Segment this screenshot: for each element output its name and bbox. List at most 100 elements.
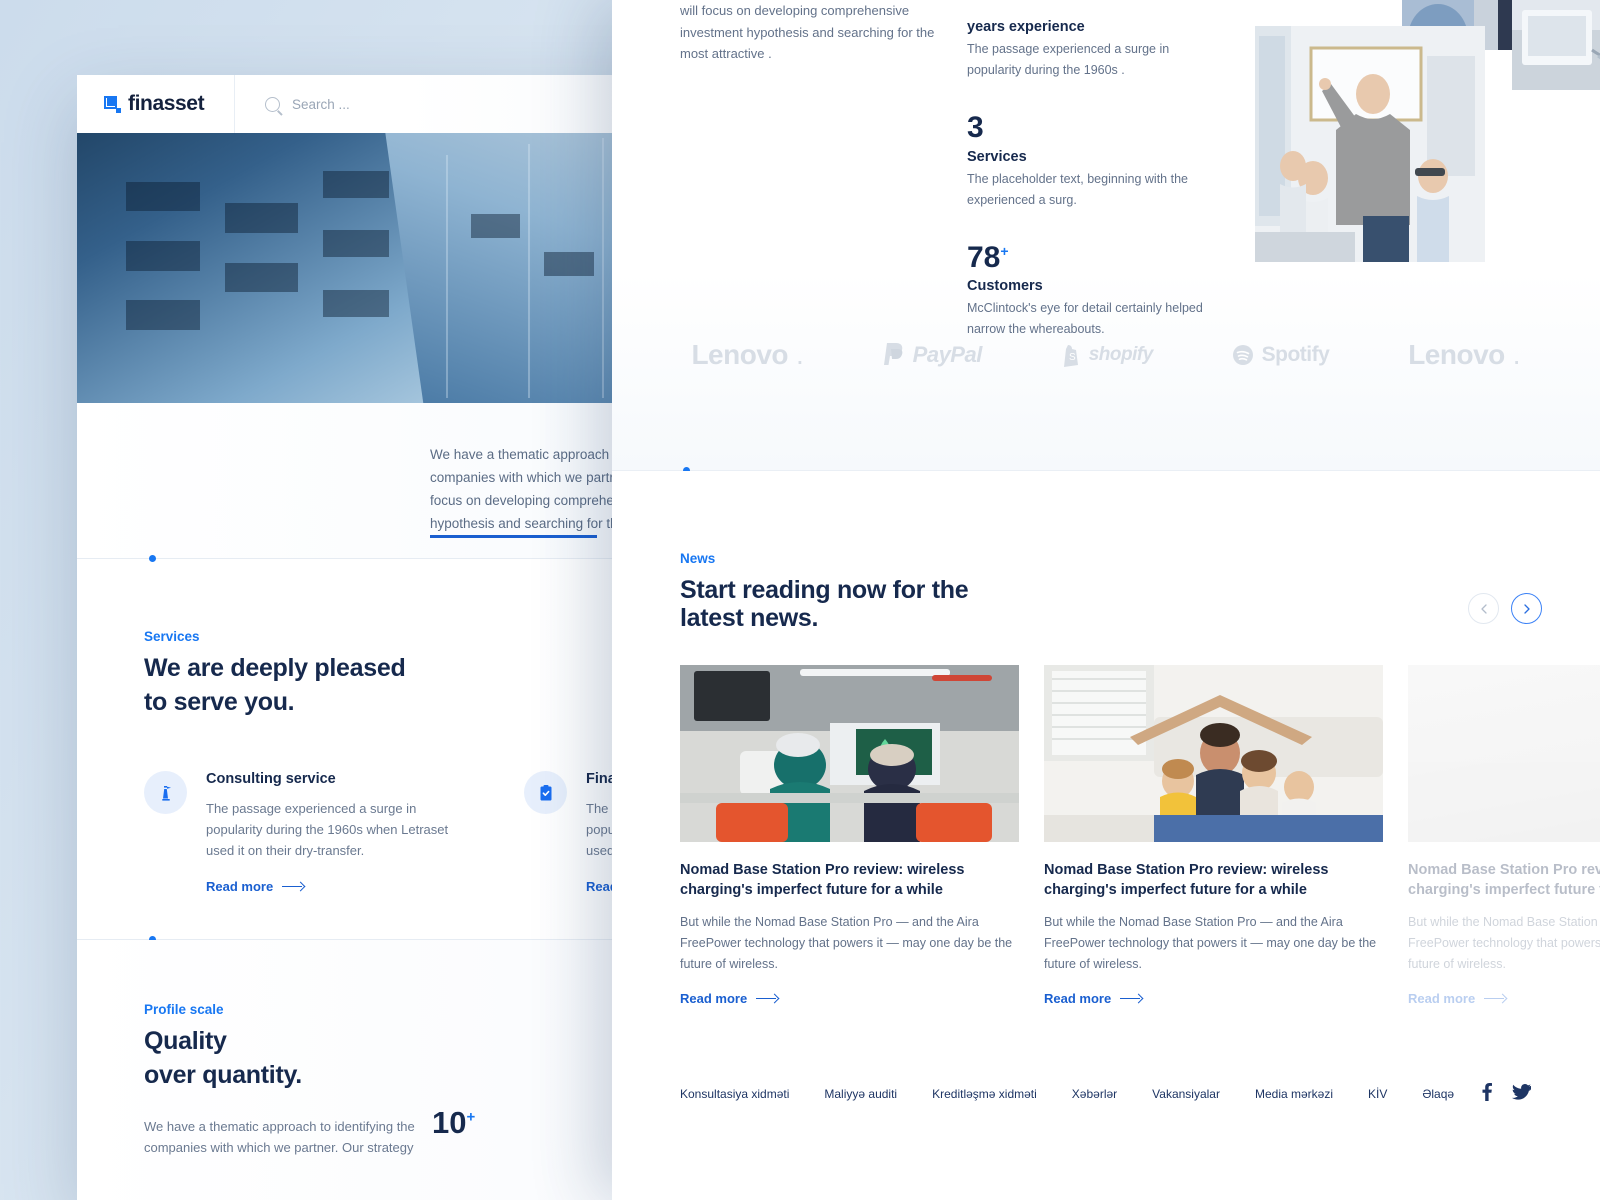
services-heading-line2: to serve you. [144, 688, 295, 716]
profile-stat-plus: + [466, 1108, 476, 1126]
news-card[interactable]: Nomad Base Station Pro review: wireless … [1408, 665, 1600, 1008]
stats-column: years experience The passage experienced… [967, 0, 1217, 340]
spotify-icon [1232, 345, 1253, 365]
news-read-more-link[interactable]: Read more [1044, 991, 1142, 1006]
service-text: The passage experienced a surge in popul… [206, 801, 449, 858]
news-card-title: Nomad Base Station Pro review: wireless … [680, 862, 965, 898]
news-card-title: Nomad Base Station Pro review: wireless … [1044, 862, 1329, 898]
news-heading-block: News Start reading now for the latest ne… [680, 551, 969, 632]
paypal-icon [883, 343, 903, 365]
stats-section: will focus on developing comprehensive i… [612, 0, 1600, 470]
stat-desc: The passage experienced a surge in popul… [967, 42, 1170, 77]
footer-links: Konsultasiya xidməti Maliyyə auditi Kred… [680, 1087, 1454, 1101]
intro-paragraph: will focus on developing comprehensive i… [680, 3, 935, 61]
news-card-title: Nomad Base Station Pro review: wireless … [1408, 862, 1600, 898]
footer-link-elaqe[interactable]: Əlaqə [1422, 1087, 1454, 1101]
news-card-text: But while the Nomad Base Station Pro — a… [1408, 915, 1600, 971]
stat-number-value: 3 [967, 111, 984, 144]
footer-social-links [1482, 1082, 1532, 1106]
footer-link-konsultasiya[interactable]: Konsultasiya xidməti [680, 1087, 789, 1101]
stat-number: 3 [967, 112, 1217, 144]
news-heading-line2: latest news. [680, 604, 819, 632]
news-card[interactable]: Nomad Base Station Pro review: wireless … [680, 665, 1019, 1008]
news-read-more-link[interactable]: Read more [680, 991, 778, 1006]
footer-link-kiv[interactable]: KİV [1368, 1087, 1387, 1101]
news-heading: Start reading now for the latest news. [680, 576, 969, 632]
finasset-logo-icon [104, 95, 121, 113]
profile-heading-line2: over quantity. [144, 1061, 302, 1089]
news-card-text: But while the Nomad Base Station Pro — a… [1044, 915, 1377, 971]
brand-logo-label: PayPal [912, 342, 983, 367]
brand-logo-label: Lenovo [691, 339, 788, 370]
news-card-image [1044, 665, 1383, 842]
search-placeholder: Search ... [292, 96, 350, 112]
news-heading-line1: Start reading now for the [680, 576, 969, 604]
brand-logo-label: Lenovo [1408, 339, 1505, 370]
stat-number-value: 78 [967, 240, 1001, 274]
profile-paragraph: We have a thematic approach to identifyi… [144, 1119, 415, 1155]
read-more-label: Read more [1408, 991, 1476, 1006]
footer-link-maliyye-auditi[interactable]: Maliyyə auditi [824, 1087, 897, 1101]
stat-label: years experience [967, 19, 1085, 35]
services-heading-line1: We are deeply pleased [144, 654, 406, 682]
stat-years-experience: years experience The passage experienced… [967, 19, 1217, 81]
search-icon [265, 96, 280, 112]
service-read-more-link[interactable]: Read more [206, 879, 304, 894]
twitter-icon[interactable] [1511, 1083, 1532, 1105]
chevron-right-icon [1523, 603, 1530, 614]
read-more-label: Read more [1044, 991, 1112, 1006]
clipboard-check-icon [524, 771, 567, 814]
profile-stat: 10+ [432, 1105, 475, 1141]
brand-logos-row: Lenovo. PayPal S shopify Spotify Lenovo. [612, 325, 1600, 385]
carousel-prev-button[interactable] [1468, 593, 1499, 624]
service-title: Consulting service [206, 771, 336, 787]
arrow-right-icon [1484, 994, 1506, 1003]
brand-name: finasset [128, 92, 205, 115]
read-more-label: Read more [680, 991, 748, 1006]
stat-number: 78+ [967, 240, 1217, 274]
stat-desc: The placeholder text, beginning with the… [967, 171, 1188, 207]
footer: Konsultasiya xidməti Maliyyə auditi Kred… [612, 1057, 1600, 1131]
brand-logo-lenovo-2: Lenovo. [1408, 339, 1521, 370]
news-carousel-nav [1468, 593, 1542, 624]
arrow-right-icon [282, 882, 304, 891]
arrow-right-icon [756, 994, 778, 1003]
footer-link-vakansiyalar[interactable]: Vakansiyalar [1152, 1087, 1220, 1101]
footer-link-media-merkezi[interactable]: Media mərkəzi [1255, 1087, 1333, 1101]
footer-link-xeberler[interactable]: Xəbərlər [1072, 1087, 1117, 1101]
news-card[interactable]: Nomad Base Station Pro review: wireless … [1044, 665, 1383, 1008]
footer-link-kreditlesme[interactable]: Kreditləşmə xidməti [932, 1087, 1037, 1101]
stat-label: Customers [967, 278, 1043, 294]
brand-logo-shopify: S shopify [1061, 343, 1153, 367]
arrow-right-icon [1120, 994, 1142, 1003]
shopify-icon: S [1063, 345, 1078, 367]
news-card-image [680, 665, 1019, 842]
chevron-left-icon [1480, 603, 1487, 614]
service-card-consulting: Consulting service The passage experienc… [144, 771, 474, 896]
brand-logo[interactable]: finasset [77, 75, 235, 133]
svg-text:S: S [1069, 352, 1076, 363]
news-card-image [1408, 665, 1600, 842]
stat-number-plus: + [1000, 242, 1009, 259]
brand-logo-paypal: PayPal [883, 341, 982, 369]
brand-logo-lenovo: Lenovo. [691, 339, 804, 370]
hero-accent-bar [430, 535, 597, 538]
stat-services: 3 Services The placeholder text, beginni… [967, 112, 1217, 211]
news-cards-carousel: Nomad Base Station Pro review: wireless … [680, 665, 1600, 1008]
stat-label: Services [967, 148, 1027, 165]
news-card-text: But while the Nomad Base Station Pro — a… [680, 915, 1013, 971]
news-eyebrow: News [680, 551, 716, 566]
collage-photo-right [1512, 0, 1600, 90]
news-read-more-link[interactable]: Read more [1408, 991, 1506, 1006]
news-section: News Start reading now for the latest ne… [612, 471, 1600, 1131]
collage-photo-main [1255, 26, 1485, 262]
foreground-website-page: will focus on developing comprehensive i… [612, 0, 1600, 1200]
facebook-icon[interactable] [1482, 1082, 1493, 1106]
carousel-next-button[interactable] [1511, 593, 1542, 624]
profile-heading-line1: Quality [144, 1027, 227, 1055]
brand-logo-spotify: Spotify [1232, 343, 1330, 367]
profile-stat-number: 10 [432, 1105, 467, 1140]
read-more-label: Read more [206, 879, 274, 894]
divider-dot [149, 554, 156, 562]
lighthouse-icon [144, 771, 187, 814]
